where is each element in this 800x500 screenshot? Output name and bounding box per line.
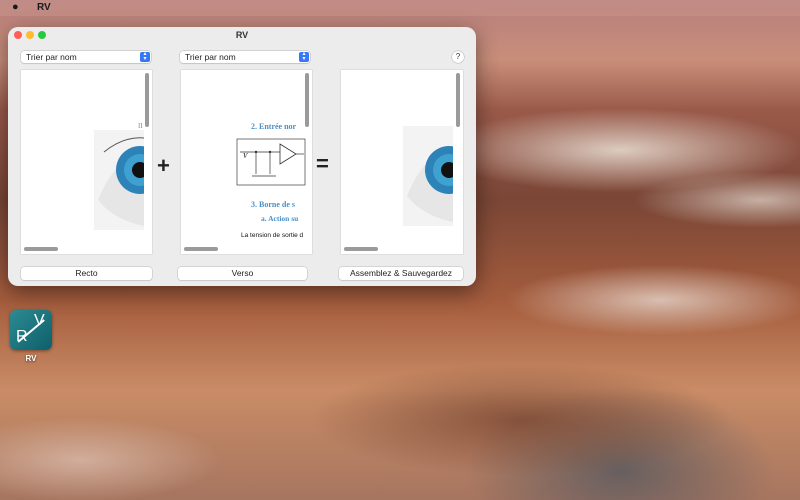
verso-body-text: La tension de sortie d [241,232,304,239]
result-vertical-scrollbar[interactable] [456,73,460,127]
recto-horizontal-scrollbar[interactable] [24,247,58,251]
help-button[interactable]: ? [452,51,464,63]
icon-letter-r: R [16,328,28,345]
apple-menu-icon[interactable]: ● [12,1,19,13]
icon-letter-v: V [34,312,45,329]
window-title: RV [235,30,249,40]
circuit-diagram [236,138,306,186]
desktop-icon-label[interactable]: RV [10,354,52,363]
rv-app-icon[interactable]: R V [10,310,52,350]
recto-sort-value: Trier par nom [26,52,77,62]
chevron-updown-icon: ▴ ▾ [140,51,150,62]
equals-sign: = [316,151,329,176]
recto-sort-select[interactable]: Trier par nom ▴ ▾ [21,51,151,63]
main-window: RV Trier par nom ▴ ▾ Trier par nom ▴ ▾ ? I… [8,27,476,286]
recto-vertical-scrollbar[interactable] [145,73,149,127]
assemble-save-button[interactable]: Assemblez & Sauvegardez [339,267,463,280]
verso-button[interactable]: Verso [178,267,307,280]
recto-page-fragment: II [138,122,143,130]
eye-image [403,126,453,226]
plus-sign: + [157,153,170,178]
eye-image [94,130,144,230]
verso-horizontal-scrollbar[interactable] [184,247,218,251]
verso-preview-pane[interactable]: 2. Entrée nor V 3. Borne de s a. Action … [181,70,312,254]
verso-subheading: a. Action su [261,214,299,223]
verso-heading-3: 3. Borne de s [251,200,295,209]
verso-sort-select[interactable]: Trier par nom ▴ ▾ [180,51,310,63]
recto-preview-pane[interactable]: II [21,70,152,254]
title-bar[interactable]: RV [8,27,476,43]
verso-vertical-scrollbar[interactable] [305,73,309,127]
verso-heading-2: 2. Entrée nor [251,122,297,131]
verso-sort-value: Trier par nom [185,52,236,62]
chevron-updown-icon: ▴ ▾ [299,51,309,62]
result-horizontal-scrollbar[interactable] [344,247,378,251]
menu-bar: ● RV [0,0,800,16]
result-preview-pane[interactable] [341,70,463,254]
recto-button[interactable]: Recto [21,267,152,280]
app-menu[interactable]: RV [37,2,51,13]
circuit-label: V [243,152,248,160]
